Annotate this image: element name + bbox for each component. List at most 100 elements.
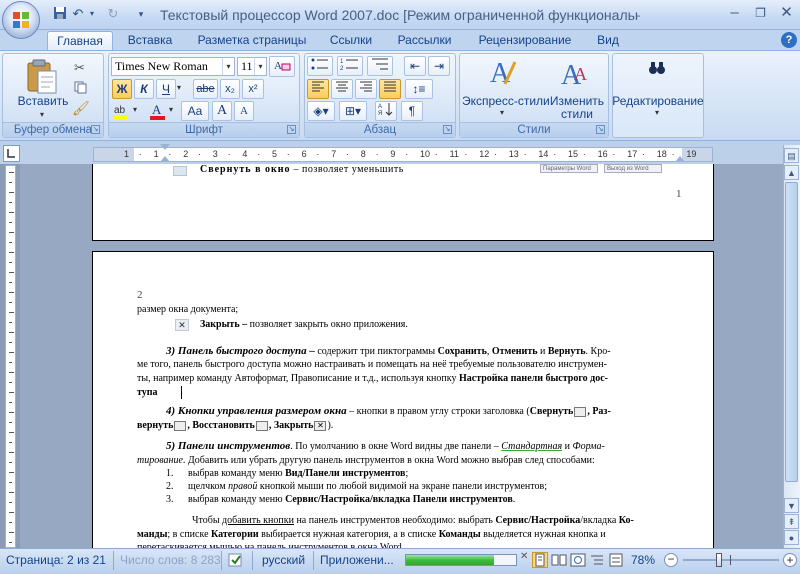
editing-label[interactable]: Редактирование — [612, 94, 704, 108]
view-ruler-icon[interactable]: ▤ — [784, 148, 799, 163]
para4-line-2: вернуть, Восстановить, Закрыть ✕). — [137, 420, 334, 431]
quick-styles-label[interactable]: Экспресс-стили — [462, 94, 550, 108]
chevron-down-icon[interactable]: ▾ — [254, 58, 266, 75]
underline-dropdown-icon[interactable]: ▾ — [177, 83, 181, 92]
paste-label[interactable]: Вставить — [14, 94, 72, 108]
justify-icon[interactable] — [379, 79, 401, 99]
strikethrough-button[interactable]: abe — [193, 79, 218, 99]
web-layout-icon[interactable] — [570, 552, 586, 568]
close-button[interactable]: ✕ — [774, 4, 799, 24]
language-indicator[interactable]: русский — [262, 553, 305, 567]
paste-dropdown-icon[interactable]: ▾ — [40, 110, 44, 119]
bold-button[interactable]: Ж — [112, 79, 132, 99]
change-case-button[interactable]: Aa — [181, 101, 209, 121]
align-center-icon[interactable] — [331, 79, 353, 99]
zoom-slider-thumb[interactable] — [716, 553, 722, 567]
shrink-font-button[interactable]: A — [234, 101, 254, 121]
cut-icon[interactable]: ✂ — [74, 60, 85, 76]
shading-icon[interactable]: ◈▾ — [307, 101, 335, 121]
highlight-dropdown-icon[interactable]: ▾ — [133, 105, 137, 114]
horizontal-ruler[interactable]: 1 · 1 · 2 · 3 · 4 · 5 · 6 · 7 · 8 · 9 · 10 · 11 · 12 · 13 · 14 · 15 · 16… — [93, 147, 713, 162]
hanging-indent-marker[interactable] — [160, 156, 170, 162]
page-indicator[interactable]: Страница: 2 из 21 — [6, 553, 106, 567]
change-styles-label-1[interactable]: Изменить — [548, 94, 606, 108]
multilevel-list-icon[interactable] — [367, 56, 393, 76]
styles-launcher-icon[interactable]: ↘ — [596, 125, 605, 134]
align-right-icon[interactable] — [355, 79, 377, 99]
font-launcher-icon[interactable]: ↘ — [287, 125, 296, 134]
change-styles-icon[interactable]: AA — [560, 56, 592, 91]
first-line-indent-marker[interactable] — [160, 144, 170, 150]
right-indent-marker[interactable] — [675, 156, 685, 162]
font-color-dropdown-icon[interactable]: ▾ — [169, 105, 173, 114]
outline-view-icon[interactable] — [589, 552, 605, 568]
quick-styles-icon[interactable]: A — [487, 56, 519, 90]
format-painter-icon[interactable]: 🖌 — [72, 100, 90, 117]
tab-page-layout[interactable]: Разметка страницы — [193, 31, 311, 50]
undo-dropdown-icon[interactable]: ▾ — [84, 6, 100, 22]
decrease-indent-icon[interactable]: ⇤ — [404, 56, 426, 76]
print-layout-icon[interactable] — [532, 552, 548, 568]
previous-page-icon[interactable]: ⇞ — [784, 514, 799, 529]
font-size-combo[interactable]: 11 ▾ — [237, 57, 267, 76]
tab-insert[interactable]: Вставка — [120, 31, 180, 50]
cancel-task-icon[interactable]: ✕ — [520, 551, 528, 562]
zoom-out-icon[interactable]: − — [664, 553, 678, 567]
spelling-check-icon[interactable] — [228, 552, 244, 568]
zoom-level[interactable]: 78% — [631, 553, 655, 567]
vertical-ruler[interactable] — [5, 165, 16, 548]
scroll-down-icon[interactable]: ▼ — [784, 498, 799, 513]
highlight-icon[interactable]: ab — [112, 101, 132, 121]
editing-dropdown-icon[interactable]: ▾ — [655, 108, 659, 117]
customize-qat-icon[interactable]: ▾ — [133, 6, 149, 22]
font-name-combo[interactable]: Times New Roman ▾ — [111, 57, 235, 76]
tab-review[interactable]: Рецензирование — [473, 31, 577, 50]
quick-styles-dropdown-icon[interactable]: ▾ — [500, 108, 504, 117]
show-marks-button[interactable]: ¶ — [401, 101, 423, 121]
bullets-icon[interactable] — [307, 56, 333, 76]
clipboard-launcher-icon[interactable]: ↘ — [91, 125, 100, 134]
tab-view[interactable]: Вид — [591, 31, 625, 50]
ruler-tick-label: · — [316, 149, 320, 159]
tab-selector-icon[interactable] — [3, 145, 20, 162]
increase-indent-icon[interactable]: ⇥ — [428, 56, 450, 76]
scroll-up-icon[interactable]: ▲ — [784, 165, 799, 180]
tab-references[interactable]: Ссылки — [325, 31, 377, 50]
scroll-thumb[interactable] — [785, 182, 798, 482]
draft-view-icon[interactable] — [608, 552, 624, 568]
font-name-value: Times New Roman — [115, 59, 208, 73]
minimize-button[interactable]: – — [722, 4, 747, 24]
tab-home[interactable]: Главная — [47, 31, 113, 50]
office-button[interactable] — [2, 1, 40, 39]
redo-icon[interactable]: ↻ — [105, 6, 121, 22]
underline-button[interactable]: Ч — [156, 79, 176, 99]
clear-formatting-icon[interactable]: A — [269, 56, 295, 77]
ruler-tick-label: · — [464, 149, 468, 159]
font-color-icon[interactable]: A — [148, 101, 168, 121]
subscript-button[interactable]: x₂ — [220, 79, 240, 99]
superscript-button[interactable]: x² — [242, 79, 264, 99]
zoom-slider[interactable] — [683, 559, 779, 561]
save-icon[interactable] — [52, 6, 68, 22]
copy-icon[interactable] — [74, 81, 87, 94]
full-screen-reading-icon[interactable] — [551, 552, 567, 568]
numbering-icon[interactable]: 12 — [337, 56, 363, 76]
sort-icon[interactable]: AЯ — [375, 101, 397, 121]
zoom-in-icon[interactable]: + — [783, 553, 797, 567]
align-left-icon[interactable] — [307, 79, 329, 99]
grow-font-button[interactable]: A — [212, 101, 232, 121]
maximize-button[interactable]: ❐ — [748, 4, 773, 24]
borders-icon[interactable]: ⊞▾ — [339, 101, 367, 121]
tab-mailings[interactable]: Рассылки — [393, 31, 456, 50]
paragraph-launcher-icon[interactable]: ↘ — [443, 125, 452, 134]
chevron-down-icon[interactable]: ▾ — [222, 58, 234, 75]
binoculars-icon[interactable] — [648, 60, 666, 78]
italic-button[interactable]: К — [134, 79, 154, 99]
select-browse-object-icon[interactable]: ● — [784, 530, 799, 545]
line-spacing-icon[interactable]: ↕≡ — [405, 79, 433, 99]
ruler-tick-label: 16 — [597, 149, 608, 159]
word-count[interactable]: Число слов: 8 283 — [120, 553, 221, 567]
paste-icon[interactable] — [22, 57, 62, 95]
help-icon[interactable]: ? — [781, 32, 797, 48]
change-styles-label-2[interactable]: стили — [548, 107, 606, 121]
